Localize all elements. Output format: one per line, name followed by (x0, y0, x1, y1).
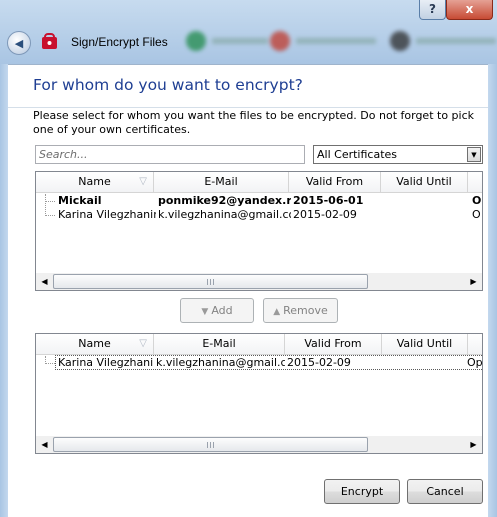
sort-icon: ▽ (139, 176, 147, 187)
tree-line (45, 194, 46, 216)
column-header-name[interactable]: Name ▽ (36, 172, 154, 193)
kleopatra-app-icon (42, 33, 57, 49)
help-button[interactable]: ? (419, 0, 446, 20)
window-frame-left (0, 64, 8, 517)
certificate-filter-select[interactable]: All Certificates ▼ (313, 145, 483, 164)
cell-email: ponmike92@yandex.ru (158, 194, 291, 207)
table-row[interactable]: Karina Vilegzhanina k.vilegzhanina@gmail… (56, 208, 482, 222)
cell-email: k.vilegzhanina@gmail.com (156, 356, 285, 369)
tree-line (45, 201, 55, 202)
window-frame-right (488, 64, 497, 517)
table-row[interactable]: Mickail ponmike92@yandex.ru 2015-06-01 O (56, 194, 482, 208)
window-title: Sign/Encrypt Files (71, 35, 168, 49)
close-button[interactable]: x (446, 0, 493, 20)
back-button[interactable]: ◀ (7, 31, 31, 55)
scroll-right-icon[interactable]: ▶ (465, 273, 482, 290)
column-header-valid-until[interactable]: Valid Until (382, 334, 468, 355)
scrollbar-thumb[interactable] (53, 437, 368, 452)
certificate-filter-value: All Certificates (317, 148, 398, 161)
available-certificates-list[interactable]: Name ▽ E-Mail Valid From Valid Until Mick… (35, 171, 483, 291)
scroll-right-icon[interactable]: ▶ (465, 436, 482, 453)
wizard-page: For whom do you want to encrypt? Please … (8, 64, 488, 517)
column-header-valid-from[interactable]: Valid From (285, 334, 382, 355)
remove-button[interactable]: ▲ Remove (263, 298, 338, 323)
cell-name: Karina Vilegzhanina (58, 208, 156, 221)
search-input[interactable] (35, 145, 305, 164)
cell-valid-from: 2015-02-09 (287, 356, 351, 369)
page-heading: For whom do you want to encrypt? (33, 76, 303, 94)
column-header-extra[interactable] (468, 172, 482, 193)
arrow-down-icon: ▼ (201, 307, 209, 317)
tree-line (45, 363, 55, 364)
column-header-email[interactable]: E-Mail (154, 334, 285, 355)
background-window-blur (390, 29, 496, 53)
horizontal-scrollbar[interactable]: ◀ ▶ (36, 273, 482, 290)
chevron-down-icon[interactable]: ▼ (467, 147, 481, 162)
horizontal-scrollbar[interactable]: ◀ ▶ (36, 436, 482, 453)
column-header-extra[interactable] (468, 334, 482, 355)
cell-valid-from: 2015-02-09 (293, 208, 357, 221)
column-header-name[interactable]: Name ▽ (36, 334, 154, 355)
heading-divider (8, 107, 488, 108)
column-header-valid-from[interactable]: Valid From (289, 172, 381, 193)
tree-line (45, 356, 46, 364)
cancel-button[interactable]: Cancel (407, 479, 483, 504)
cell-email: k.vilegzhanina@gmail.com (158, 208, 291, 221)
cell-extra: O (472, 208, 481, 221)
encrypt-button[interactable]: Encrypt (324, 479, 400, 504)
list-header: Name ▽ E-Mail Valid From Valid Until (36, 334, 482, 355)
instruction-text: Please select for whom you want the file… (33, 109, 474, 136)
scroll-left-icon[interactable]: ◀ (36, 436, 53, 453)
cell-name: Mickail (58, 194, 102, 207)
cell-extra: O (472, 194, 482, 207)
cell-extra: Op (467, 356, 483, 369)
list-header: Name ▽ E-Mail Valid From Valid Until (36, 172, 482, 193)
column-header-valid-until[interactable]: Valid Until (381, 172, 468, 193)
background-window-blur (186, 29, 268, 53)
table-row[interactable]: Karina Vilegzhanina k.vilegzhanina@gmail… (55, 355, 483, 370)
column-header-email[interactable]: E-Mail (154, 172, 289, 193)
selected-recipients-list[interactable]: Name ▽ E-Mail Valid From Valid Until Kari… (35, 333, 483, 454)
scroll-left-icon[interactable]: ◀ (36, 273, 53, 290)
cell-valid-from: 2015-06-01 (293, 194, 364, 207)
background-window-blur (270, 29, 376, 53)
sort-icon: ▽ (139, 338, 147, 349)
scrollbar-thumb[interactable] (53, 274, 368, 289)
add-button[interactable]: ▼ Add (180, 298, 254, 323)
cell-name: Karina Vilegzhanina (58, 356, 154, 369)
tree-line (45, 215, 55, 216)
arrow-up-icon: ▲ (273, 307, 281, 317)
back-arrow-icon: ◀ (14, 36, 24, 50)
